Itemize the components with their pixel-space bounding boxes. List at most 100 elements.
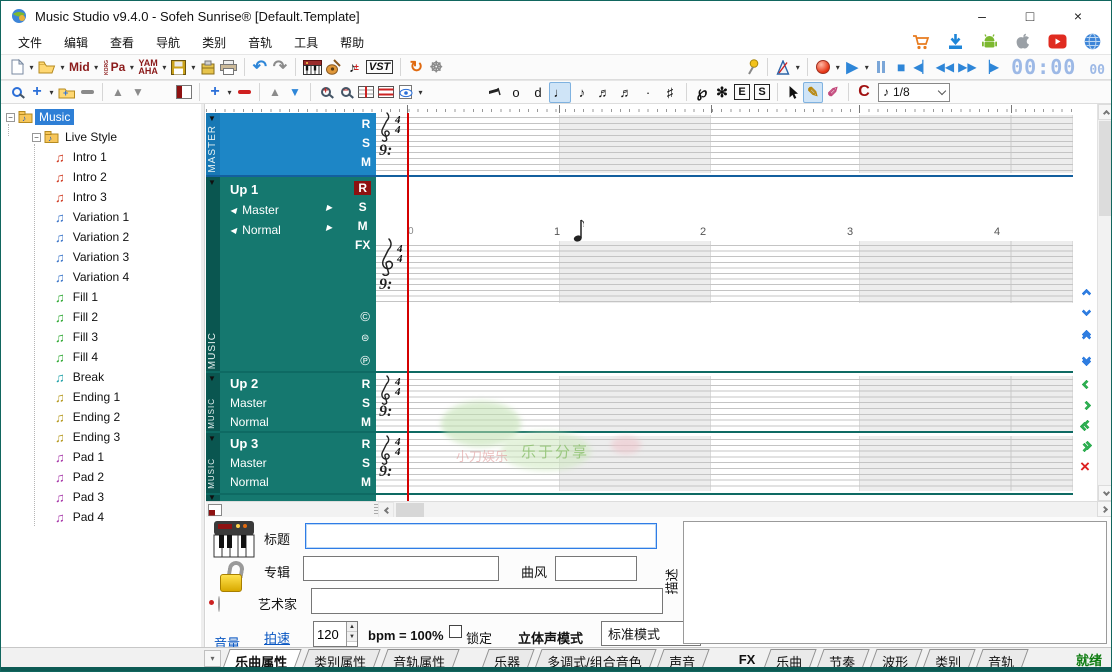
tab[interactable]: 多调式/组合音色 [534,649,656,669]
menu-item[interactable]: 工具 [283,32,329,53]
vst-plugin-button[interactable]: VST [364,57,395,78]
piano-keyboard-button[interactable] [301,57,324,78]
settings-gear-button[interactable]: ☸ [426,57,446,78]
select-cursor-button[interactable] [783,82,803,103]
next-mode-icon[interactable]: ▶ [326,223,332,232]
tree-item[interactable]: ♫ Fill 3 [1,327,201,347]
note-duration-button[interactable]: ♯ [659,82,681,103]
tab[interactable]: 乐曲 [764,649,817,669]
save-button[interactable] [169,57,189,78]
scroll-up-button[interactable] [1098,104,1112,120]
description-box[interactable] [683,521,1107,644]
prev-source-icon[interactable]: ◀ [230,206,236,215]
maximize-button[interactable]: □ [1013,8,1047,24]
tree-item[interactable]: ♫ Pad 3 [1,487,201,507]
metronome-button[interactable] [773,57,793,78]
search-button[interactable] [7,82,27,103]
tab-fx[interactable]: FX [739,652,756,667]
tab[interactable]: 类别 [923,649,976,669]
tree-item[interactable]: ♫ Fill 2 [1,307,201,327]
solo-button[interactable]: S [362,136,370,150]
tab[interactable]: 音轨 [976,649,1029,669]
play-button[interactable]: ▶ [842,57,862,78]
guitar-button[interactable] [324,57,344,78]
midi-dropdown[interactable]: ▾ [92,63,101,72]
scroll-thumb[interactable] [396,503,424,517]
bpm-stepper[interactable]: ▲▼ [313,621,358,647]
fast-forward-button[interactable]: ▶▶ [956,57,978,78]
menu-item[interactable]: 类别 [191,32,237,53]
scroll-down-button[interactable] [1098,485,1112,501]
nav-right-button[interactable] [1078,398,1094,412]
nav-page-left-button[interactable] [1078,419,1094,433]
genre-input[interactable] [555,556,637,581]
playhead[interactable] [407,113,409,501]
snap-value-select[interactable]: ♪1/8 [878,83,950,102]
artist-input[interactable] [311,588,663,614]
nav-page-right-button[interactable] [1078,440,1094,454]
tab[interactable]: 节奏 [817,649,870,669]
step-back-button[interactable]: ◀▏ [911,57,933,78]
tree-item[interactable]: ♫ Intro 3 [1,187,201,207]
yamaha-import-button[interactable]: YAMAHA [136,57,160,78]
tree-item-live-style[interactable]: − ♪ Live Style [1,127,201,147]
tab[interactable]: 乐曲属性 [222,649,301,669]
android-icon[interactable] [981,33,998,50]
view-dropdown[interactable]: ▾ [416,88,425,97]
note-duration-button[interactable]: d [527,82,549,103]
add-folder-button[interactable]: + [56,82,77,103]
pencil-tool-button[interactable]: ✎ [803,82,823,103]
redo-button[interactable]: ↷ [270,57,290,78]
track-name[interactable]: Up 1 [230,182,258,197]
add-category-dropdown[interactable]: ▾ [47,88,56,97]
tree-item[interactable]: ♫ Intro 2 [1,167,201,187]
record-enable-button[interactable]: R [362,377,371,391]
midi-import-button[interactable]: Mid [67,57,92,78]
nav-page-down-button[interactable] [1078,350,1094,370]
open-file-button[interactable] [36,57,58,78]
zoom-in-button[interactable]: + [316,82,336,103]
tab[interactable]: 声音 [656,649,709,669]
track-corner-icon[interactable] [208,504,222,517]
tab-list-dropdown[interactable]: ▾ [204,650,221,667]
up1-track-header[interactable]: ▼MUSIC Up 1 ◀Master ▶ ◀Normal ▶ R S M FX… [206,177,376,373]
next-source-icon[interactable]: ▶ [326,203,332,212]
eraser-tool-button[interactable]: ✐ [823,82,843,103]
menu-item[interactable]: 查看 [99,32,145,53]
scroll-left-button[interactable] [378,502,394,517]
nav-down-button[interactable] [1078,304,1094,318]
tree-item[interactable]: ♫ Pad 1 [1,447,201,467]
tree-item[interactable]: ♫ Variation 2 [1,227,201,247]
track-panel-toggle[interactable] [174,82,194,103]
solo-button[interactable]: S [362,396,370,410]
play-dropdown[interactable]: ▾ [862,63,871,72]
tree-item[interactable]: ♫ Variation 1 [1,207,201,227]
tree-item[interactable]: ♫ Ending 2 [1,407,201,427]
tempo-link[interactable]: 拍速 [264,628,290,647]
collapse-measures-button[interactable] [376,82,396,103]
undo-button[interactable]: ↶ [250,57,270,78]
note-duration-button[interactable]: ♩ [549,82,571,103]
menu-item[interactable]: 文件 [7,32,53,53]
note-duration-button[interactable]: ♬ [615,82,637,103]
track-mode[interactable]: Normal [230,475,269,489]
copyright-icon[interactable]: © [360,309,370,324]
tree-item[interactable]: ♫ Pad 2 [1,467,201,487]
microphone-button[interactable] [742,57,762,78]
move-track-up-button[interactable]: ▲ [265,82,285,103]
note-duration-button[interactable]: o [505,82,527,103]
tree-item[interactable]: ♫ Variation 4 [1,267,201,287]
print-button[interactable] [218,57,239,78]
expression-button[interactable]: E [732,82,752,103]
record-enable-button[interactable]: R [354,181,371,195]
korg-import-button[interactable]: KORGPa [101,57,128,78]
open-dropdown[interactable]: ▾ [58,63,67,72]
up2-track-header[interactable]: ▼MUSIC Up 2 Master Normal R S M [206,373,376,433]
mute-button[interactable]: M [361,475,371,489]
record-dropdown[interactable]: ▾ [833,63,842,72]
vertical-scrollbar[interactable] [1097,104,1112,501]
record-button[interactable] [813,57,833,78]
tree-item[interactable]: ♫ Fill 1 [1,287,201,307]
tree-item[interactable]: ♫ Ending 1 [1,387,201,407]
view-options-button[interactable] [396,82,416,103]
